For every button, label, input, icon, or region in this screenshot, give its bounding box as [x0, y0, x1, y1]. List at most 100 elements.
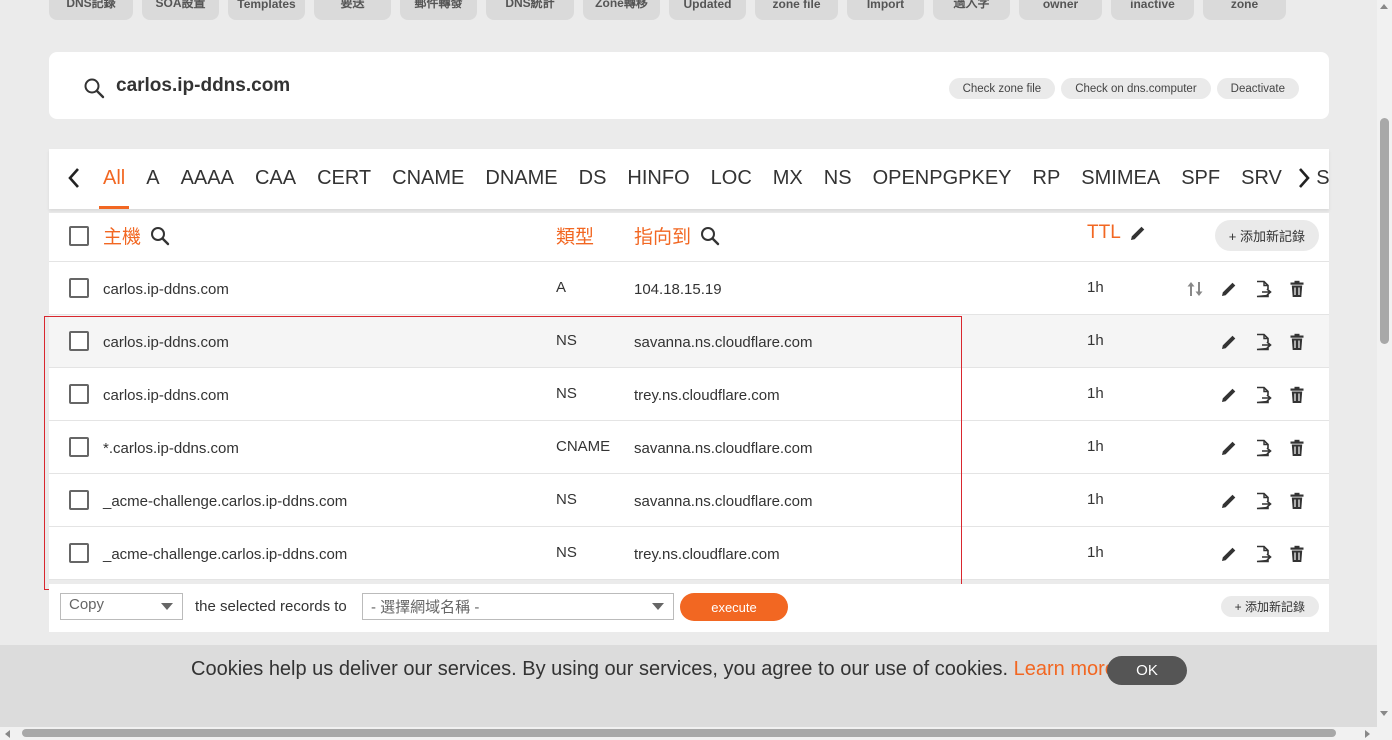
scroll-up-icon[interactable]: [1380, 4, 1388, 9]
scroll-down-icon[interactable]: [1380, 711, 1388, 716]
chevron-right-icon: [1299, 168, 1310, 188]
row-checkbox[interactable]: [69, 384, 89, 404]
copy-file-icon[interactable]: [1254, 439, 1272, 457]
trash-icon[interactable]: [1288, 545, 1306, 563]
add-record-button-bottom[interactable]: + 添加新記錄: [1220, 596, 1319, 617]
check-on-dns-computer-button[interactable]: Check on dns.computer: [1061, 78, 1211, 99]
row-checkbox[interactable]: [69, 543, 89, 563]
row-checkbox[interactable]: [69, 278, 89, 298]
tab-loc[interactable]: LOC: [711, 149, 752, 209]
trash-icon[interactable]: [1288, 492, 1306, 510]
table-row: *.carlos.ip-ddns.com CNAME savanna.ns.cl…: [49, 421, 1329, 474]
tab-a[interactable]: A: [146, 149, 159, 209]
row-checkbox[interactable]: [69, 437, 89, 457]
trash-icon[interactable]: [1288, 280, 1306, 298]
top-button[interactable]: DNS統計: [486, 0, 574, 20]
copy-file-icon[interactable]: [1254, 280, 1272, 298]
top-button[interactable]: SOA設置: [142, 0, 219, 20]
records-table: 主機 類型 指向到 TTL + 添加新記錄 carlos.ip-ddns.com…: [49, 213, 1329, 580]
copy-file-icon[interactable]: [1254, 333, 1272, 351]
top-button[interactable]: inactive: [1111, 0, 1194, 20]
search-icon[interactable]: [699, 225, 721, 247]
copy-file-icon[interactable]: [1254, 492, 1272, 510]
tab-dname[interactable]: DNAME: [485, 149, 557, 209]
cookie-message: Cookies help us deliver our services. By…: [191, 658, 1116, 681]
table-row: carlos.ip-ddns.com NS savanna.ns.cloudfl…: [49, 315, 1329, 368]
add-record-button[interactable]: + 添加新記錄: [1214, 220, 1319, 251]
tab-ns[interactable]: NS: [824, 149, 852, 209]
trash-icon[interactable]: [1288, 333, 1306, 351]
learn-more-link[interactable]: Learn more: [1014, 658, 1116, 680]
row-checkbox[interactable]: [69, 331, 89, 351]
tab-srv[interactable]: SRV: [1241, 149, 1282, 209]
execute-button[interactable]: execute: [680, 593, 788, 621]
top-button[interactable]: 郵件轉發: [400, 0, 477, 20]
horizontal-scroll-thumb[interactable]: [22, 729, 1336, 737]
bulk-action-select[interactable]: Copy: [60, 593, 183, 620]
table-row: carlos.ip-ddns.com NS trey.ns.cloudflare…: [49, 368, 1329, 421]
top-button[interactable]: Templates: [228, 0, 305, 20]
copy-file-icon[interactable]: [1254, 545, 1272, 563]
row-actions: [1220, 333, 1306, 351]
record-value: savanna.ns.cloudflare.com: [634, 334, 813, 351]
tab-smimea[interactable]: SMIMEA: [1081, 149, 1160, 209]
tab-cert[interactable]: CERT: [317, 149, 371, 209]
top-button[interactable]: 要送: [314, 0, 391, 20]
tab-hinfo[interactable]: HINFO: [627, 149, 689, 209]
sort-arrows-icon[interactable]: [1186, 280, 1204, 298]
top-button[interactable]: Import: [847, 0, 924, 20]
top-button[interactable]: Zone轉移: [583, 0, 660, 20]
pencil-icon[interactable]: [1220, 333, 1238, 351]
points-to-column-header[interactable]: 指向到: [634, 222, 721, 249]
top-button[interactable]: DNS記錄: [49, 0, 133, 20]
search-icon[interactable]: [83, 77, 105, 99]
top-button[interactable]: zone file: [755, 0, 838, 20]
trash-icon[interactable]: [1288, 386, 1306, 404]
record-host: carlos.ip-ddns.com: [103, 281, 229, 298]
pencil-icon[interactable]: [1220, 386, 1238, 404]
deactivate-button[interactable]: Deactivate: [1216, 78, 1299, 99]
host-column-header[interactable]: 主機: [103, 222, 171, 249]
tab-ds[interactable]: DS: [579, 149, 607, 209]
top-button[interactable]: owner: [1019, 0, 1102, 20]
tab-caa[interactable]: CAA: [255, 149, 296, 209]
scroll-right-icon[interactable]: [1365, 730, 1370, 738]
pencil-icon[interactable]: [1220, 439, 1238, 457]
tabs-scroll-right-button[interactable]: [1292, 164, 1316, 192]
pencil-icon[interactable]: [1129, 224, 1147, 242]
horizontal-scrollbar[interactable]: [0, 727, 1377, 740]
cookie-ok-button[interactable]: OK: [1107, 656, 1187, 685]
tab-aaaa[interactable]: AAAA: [181, 149, 234, 209]
ttl-column-label: TTL: [1087, 222, 1121, 243]
trash-icon[interactable]: [1288, 439, 1306, 457]
row-checkbox[interactable]: [69, 490, 89, 510]
type-column-header[interactable]: 類型: [556, 222, 594, 249]
tabs-scroll-left-button[interactable]: [62, 164, 86, 192]
top-button[interactable]: zone: [1203, 0, 1286, 20]
record-host: *.carlos.ip-ddns.com: [103, 440, 239, 457]
top-button[interactable]: 過入字: [933, 0, 1010, 20]
pencil-icon[interactable]: [1220, 545, 1238, 563]
pencil-icon[interactable]: [1220, 280, 1238, 298]
target-domain-select[interactable]: - 選擇網域名稱 -: [362, 593, 674, 620]
select-all-checkbox[interactable]: [69, 226, 89, 246]
check-zone-file-button[interactable]: Check zone file: [948, 78, 1056, 99]
tab-openpgpkey[interactable]: OPENPGPKEY: [873, 149, 1012, 209]
tab-mx[interactable]: MX: [773, 149, 803, 209]
scroll-left-icon[interactable]: [5, 730, 10, 738]
top-button[interactable]: Updated: [669, 0, 746, 20]
record-ttl: 1h: [1087, 544, 1104, 561]
search-icon[interactable]: [149, 225, 171, 247]
record-value: savanna.ns.cloudflare.com: [634, 440, 813, 457]
copy-file-icon[interactable]: [1254, 386, 1272, 404]
vertical-scroll-thumb[interactable]: [1380, 118, 1389, 344]
ttl-column-header[interactable]: TTL: [1087, 222, 1147, 244]
tab-rp[interactable]: RP: [1033, 149, 1061, 209]
row-actions: [1220, 386, 1306, 404]
vertical-scrollbar[interactable]: [1377, 0, 1392, 740]
pencil-icon[interactable]: [1220, 492, 1238, 510]
tab-all[interactable]: All: [98, 149, 130, 209]
tab-spf[interactable]: SPF: [1181, 149, 1220, 209]
tab-cname[interactable]: CNAME: [392, 149, 464, 209]
bulk-action-bar: Copy the selected records to - 選擇網域名稱 - …: [49, 584, 1329, 632]
